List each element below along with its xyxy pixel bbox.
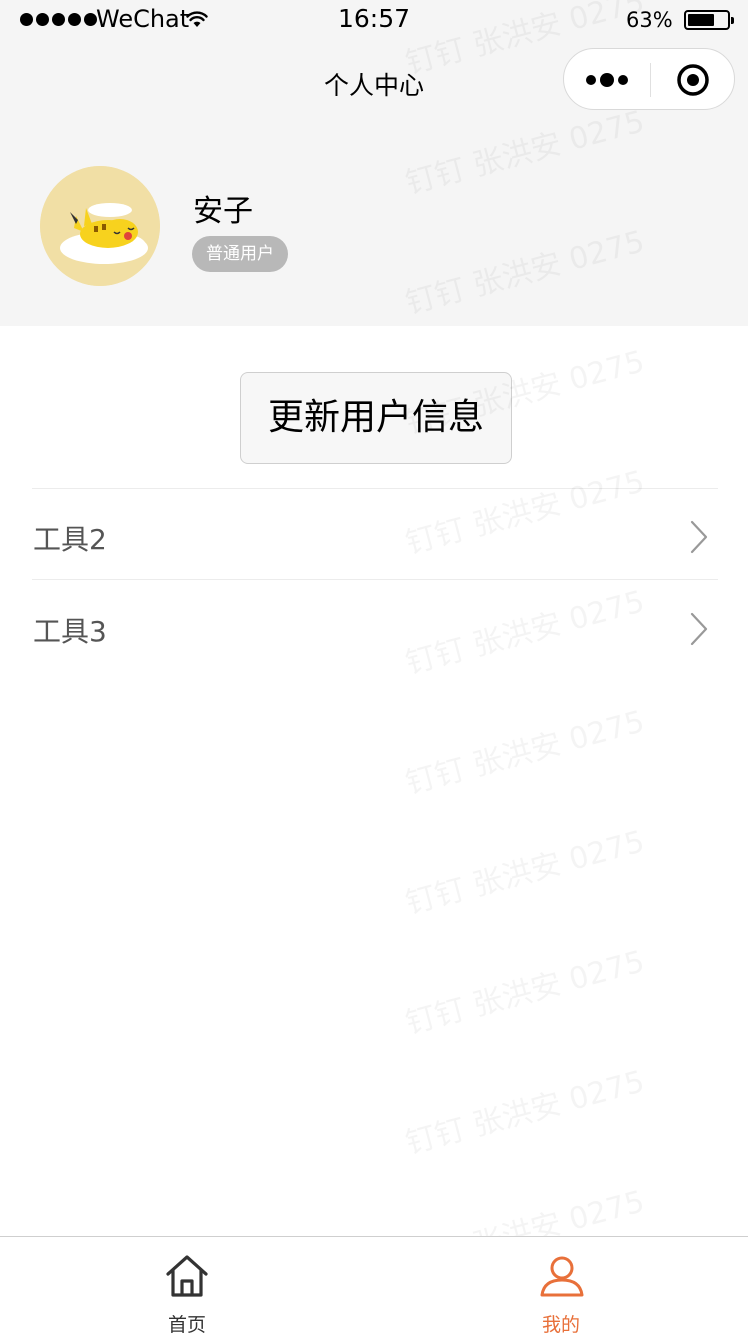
watermark-text: 钉钉 张洪安 0275	[400, 696, 648, 802]
tab-home[interactable]: 首页	[0, 1237, 374, 1334]
mini-program-capsule	[563, 48, 735, 110]
watermark-text: 钉钉 张洪安 0275	[400, 816, 648, 922]
tab-bar: 首页 我的	[0, 1236, 748, 1334]
tab-home-label: 首页	[168, 1314, 207, 1334]
pikachu-avatar-icon	[40, 166, 160, 286]
capsule-divider	[650, 63, 651, 97]
list-item-tool3[interactable]: 工具3	[0, 582, 748, 672]
watermark-text: 钉钉 张洪安 0275	[400, 1056, 648, 1162]
battery-icon	[684, 10, 734, 30]
user-role-badge: 普通用户	[192, 236, 288, 272]
tab-me-label: 我的	[541, 1314, 580, 1334]
avatar[interactable]	[40, 166, 160, 286]
chevron-right-icon	[690, 612, 708, 646]
user-icon	[540, 1256, 584, 1297]
list-item-label: 工具3	[33, 615, 107, 648]
profile-header: 安子 普通用户	[0, 126, 748, 326]
chevron-right-icon	[690, 520, 708, 554]
home-icon	[166, 1255, 208, 1297]
list-item-tool2[interactable]: 工具2	[0, 490, 748, 580]
nav-bar: 个人中心	[0, 40, 748, 126]
list-divider	[32, 488, 718, 489]
user-name: 安子	[193, 194, 253, 229]
watermark-text: 钉钉 张洪安 0275	[400, 936, 648, 1042]
close-target-icon[interactable]	[676, 63, 710, 97]
more-dots-icon[interactable]	[584, 70, 632, 90]
page: WeChat 16:57 63% 个人中心 安子 普通用户 更新用户信息 工具2…	[0, 0, 748, 1334]
battery-percent: 63%	[626, 8, 673, 32]
list-item-label: 工具2	[33, 523, 107, 556]
tab-me[interactable]: 我的	[374, 1237, 748, 1334]
list-divider	[32, 579, 718, 580]
update-user-info-button[interactable]: 更新用户信息	[240, 372, 512, 464]
status-bar: WeChat 16:57 63%	[0, 0, 748, 40]
